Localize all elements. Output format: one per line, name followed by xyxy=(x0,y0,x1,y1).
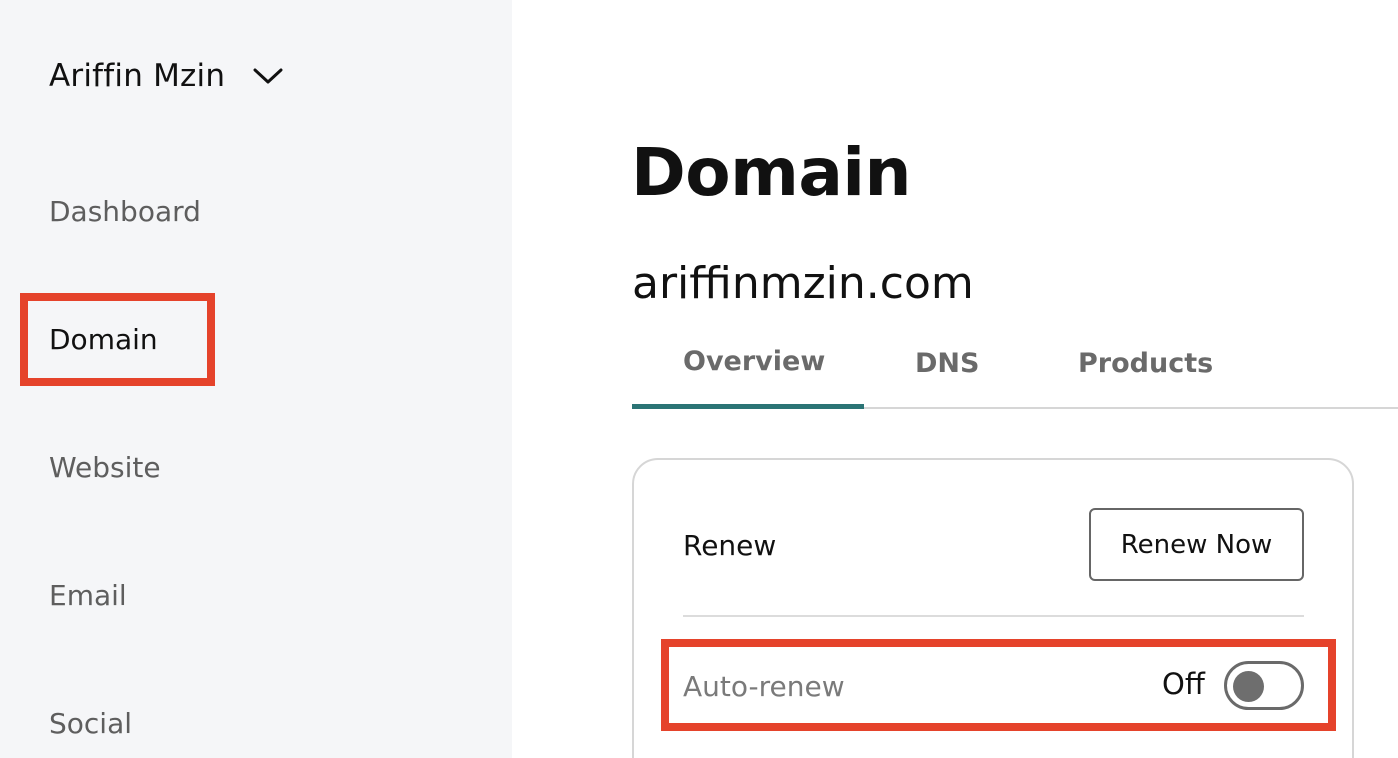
active-tab-indicator xyxy=(632,404,864,409)
sidebar-item-website[interactable]: Website xyxy=(49,448,161,488)
auto-renew-toggle[interactable] xyxy=(1224,661,1304,710)
account-name: Ariffin Mzin xyxy=(49,58,226,94)
page-title: Domain xyxy=(631,134,912,211)
account-switcher[interactable]: Ariffin Mzin xyxy=(49,54,285,98)
card-divider xyxy=(683,615,1304,617)
renew-card xyxy=(632,458,1354,758)
sidebar-item-dashboard[interactable]: Dashboard xyxy=(49,192,201,232)
auto-renew-status: Off xyxy=(1162,667,1205,701)
tab-dns[interactable]: DNS xyxy=(915,342,979,386)
tab-products[interactable]: Products xyxy=(1078,342,1213,386)
auto-renew-label: Auto-renew xyxy=(683,670,845,703)
sidebar: Ariffin Mzin Dashboard Domain Website Em… xyxy=(0,0,512,758)
domain-name: ariffinmzin.com xyxy=(632,258,974,309)
toggle-knob xyxy=(1233,671,1264,702)
domain-tabs: Overview DNS Products xyxy=(632,330,1398,410)
sidebar-item-email[interactable]: Email xyxy=(49,576,127,616)
tab-overview[interactable]: Overview xyxy=(683,340,825,384)
renew-now-button[interactable]: Renew Now xyxy=(1089,508,1304,581)
renew-label: Renew xyxy=(683,529,777,562)
chevron-down-icon xyxy=(251,64,285,88)
sidebar-item-domain[interactable]: Domain xyxy=(49,320,158,360)
sidebar-item-social[interactable]: Social xyxy=(49,704,132,744)
